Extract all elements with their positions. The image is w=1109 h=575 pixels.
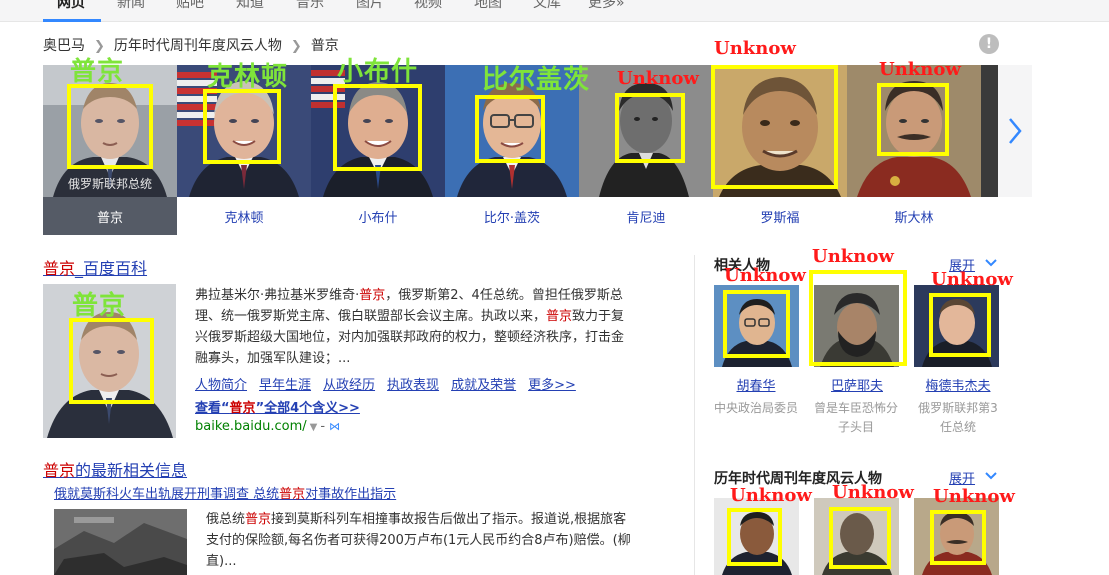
detection-box [67, 84, 153, 169]
link-text: 对事故作出指示 [305, 487, 397, 502]
baidu-bird-icon[interactable]: ⋈ [329, 420, 340, 433]
news-headline-link[interactable]: 俄就莫斯科火车出轨展开刑事调查 总统普京对事故作出指示 [54, 483, 396, 502]
related-name-medvedev[interactable]: 梅德韦杰夫 [903, 375, 1013, 394]
baike-result-title[interactable]: 普京_百度百科 [43, 255, 147, 279]
detection-box [711, 65, 838, 189]
link-more[interactable]: 更多>> [528, 378, 576, 393]
carousel-next-button[interactable] [998, 65, 1032, 197]
chevron-down-icon [985, 259, 997, 267]
person-name[interactable]: 普京 [43, 207, 177, 226]
link-text: 俄就莫斯科火车出轨展开刑事调查 总统 [54, 487, 280, 502]
face-label: Unknow [730, 485, 812, 506]
link-performance[interactable]: 执政表现 [387, 378, 439, 393]
highlight-term: 普京 [279, 487, 306, 502]
nav-tab-wenku[interactable]: 文库 [533, 0, 561, 12]
person-caption: 俄罗斯联邦总统 [67, 177, 152, 191]
nav-tab-web[interactable]: 网页 [57, 0, 85, 12]
abstract-text: 弗拉基米尔·弗拉基米罗维奇· [195, 288, 360, 303]
detection-box [727, 508, 782, 566]
face-label: Unknow [724, 265, 806, 286]
detection-box [203, 89, 281, 164]
face-label: Unknow [933, 486, 1015, 507]
highlight-term: 普京 [43, 259, 76, 278]
baike-all-meanings-link[interactable]: 查看“普京”全部4个含义>> [195, 397, 360, 416]
url-text[interactable]: baike.baidu.com/ [195, 419, 307, 434]
related-name-hu[interactable]: 胡春华 [701, 375, 811, 394]
title-text: _百度百科 [75, 259, 148, 278]
nav-tab-zhidao[interactable]: 知道 [236, 0, 264, 12]
link-early-life[interactable]: 早年生涯 [259, 378, 311, 393]
highlight-term: 普京 [229, 401, 256, 416]
news-result-title[interactable]: 普京的最新相关信息 [43, 457, 187, 481]
detection-box [723, 290, 790, 358]
baike-url: baike.baidu.com/▼ - ⋈ [195, 419, 340, 434]
nav-tab-tieba[interactable]: 贴吧 [176, 0, 204, 12]
detection-box [930, 510, 986, 565]
top-nav: 网页 新闻 贴吧 知道 音乐 图片 视频 地图 文库 更多» [0, 0, 1109, 22]
baike-abstract: 弗拉基米尔·弗拉基米罗维奇·普京，俄罗斯第2、4任总统。曾担任俄罗斯总理、统一俄… [195, 285, 635, 369]
face-label: Unknow [931, 269, 1013, 290]
link-text: 查看“ [195, 401, 230, 416]
face-label: Unknow [617, 68, 699, 89]
person-name[interactable]: 比尔·盖茨 [445, 207, 579, 226]
news-abstract: 俄总统普京接到莫斯科列车相撞事故报告后做出了指示。报道说,根据旅客支付的保险额,… [206, 509, 631, 572]
active-tab-indicator [43, 19, 101, 22]
highlight-term: 普京 [245, 512, 272, 527]
detection-box [877, 83, 949, 156]
detection-box [69, 318, 154, 404]
link-text: ”全部4个含义>> [255, 401, 360, 416]
related-desc-basayev: 曾是车臣恐怖分子头目 [813, 401, 898, 434]
link-political-career[interactable]: 从政经历 [323, 378, 375, 393]
abstract-text: 俄总统 [206, 512, 246, 527]
link-honors[interactable]: 成就及荣誉 [451, 378, 516, 393]
link-profile[interactable]: 人物简介 [195, 378, 247, 393]
chevron-down-icon [985, 472, 997, 480]
person-name[interactable]: 罗斯福 [713, 207, 847, 226]
detection-box [475, 95, 545, 163]
related-desc-hu: 中央政治局委员 [713, 401, 798, 415]
detection-box [829, 507, 891, 569]
news-thumbnail[interactable] [54, 509, 187, 575]
nav-tab-map[interactable]: 地图 [474, 0, 502, 12]
face-label: Unknow [714, 38, 796, 59]
related-name-basayev[interactable]: 巴萨耶夫 [802, 375, 912, 394]
highlight-term: 普京 [43, 461, 76, 480]
person-name[interactable]: 肯尼迪 [579, 207, 713, 226]
detection-box [929, 293, 991, 357]
persons-expand-button[interactable]: 展开 [949, 468, 997, 487]
chevron-right-icon: ❯ [290, 39, 302, 54]
face-label: 克林顿 [207, 62, 289, 92]
detection-box [333, 84, 422, 171]
dropdown-arrow-icon[interactable]: ▼ [310, 422, 318, 433]
face-label: 小布什 [337, 57, 419, 87]
nav-tab-video[interactable]: 视频 [414, 0, 442, 12]
highlight-term: 普京 [546, 309, 573, 324]
face-label: 普京 [72, 291, 127, 321]
person-name[interactable]: 斯大林 [847, 207, 981, 226]
column-divider [694, 255, 695, 575]
face-label: Unknow [832, 482, 914, 503]
detection-box [809, 270, 907, 366]
related-desc-medvedev: 俄罗斯联邦第3任总统 [918, 401, 998, 434]
detection-box [615, 93, 685, 163]
highlight-term: 普京 [359, 288, 386, 303]
person-name[interactable]: 克林顿 [177, 207, 311, 226]
breadcrumb-item-putin: 普京 [310, 38, 339, 54]
baike-section-links: 人物简介 早年生涯 从政经历 执政表现 成就及荣誉 更多>> [195, 374, 588, 393]
nav-tab-more[interactable]: 更多» [588, 0, 625, 12]
chevron-right-icon [1009, 118, 1022, 144]
face-label: 普京 [70, 57, 125, 87]
nav-tab-images[interactable]: 图片 [356, 0, 384, 12]
title-text: 的最新相关信息 [75, 461, 188, 480]
nav-tab-music[interactable]: 音乐 [296, 0, 324, 12]
person-name[interactable]: 小布什 [311, 207, 445, 226]
nav-tab-news[interactable]: 新闻 [117, 0, 145, 12]
face-label: Unknow [812, 246, 894, 267]
feedback-alert-icon[interactable]: ! [979, 34, 999, 54]
face-label: Unknow [879, 59, 961, 80]
url-separator: - [320, 419, 326, 434]
face-label: 比尔盖茨 [482, 65, 591, 95]
breadcrumb-item-time-persons[interactable]: 历年时代周刊年度风云人物 [114, 35, 282, 55]
expand-label: 展开 [949, 472, 976, 487]
